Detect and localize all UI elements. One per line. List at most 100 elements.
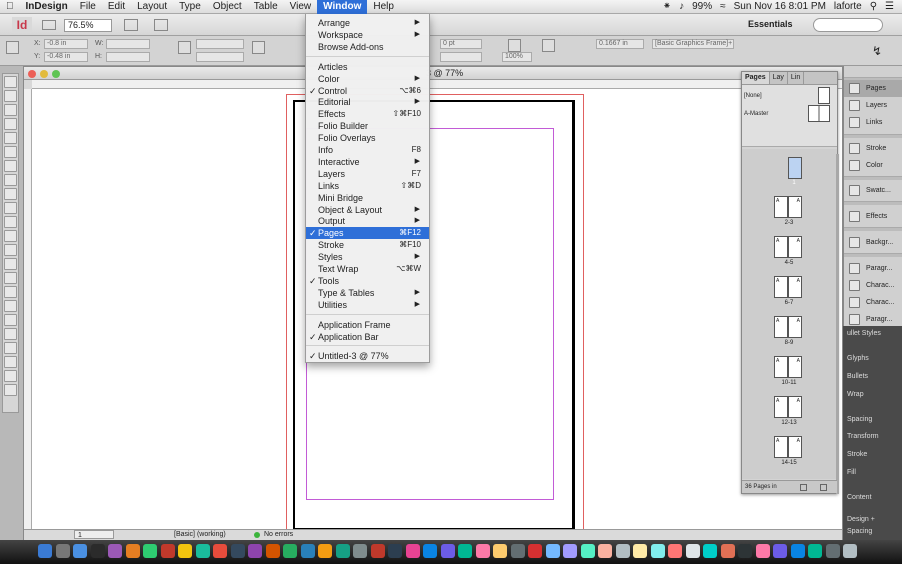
rectangle-frame-tool-icon[interactable] <box>4 202 17 214</box>
dock-app-icon[interactable] <box>55 544 70 558</box>
page-thumb[interactable]: A <box>774 236 788 258</box>
menu-item-links[interactable]: Links ⇧⌘D <box>306 180 429 192</box>
menu-type[interactable]: Type <box>173 0 207 14</box>
dock-item-spacing[interactable]: Spacing <box>843 412 902 428</box>
dock-app-icon[interactable] <box>843 544 857 558</box>
menu-table[interactable]: Table <box>248 0 284 14</box>
menu-item-workspace[interactable]: Workspace ▶ <box>306 29 429 41</box>
menu-item-stroke[interactable]: Stroke ⌘F10 <box>306 239 429 251</box>
zoom-tool-icon[interactable] <box>4 328 17 340</box>
page-thumb[interactable]: A <box>788 436 802 458</box>
fill-stroke-icon[interactable] <box>4 342 17 354</box>
dock-app-icon[interactable] <box>808 544 822 558</box>
dock-item-pages[interactable]: Pages <box>844 80 902 97</box>
menu-item-mini-bridge[interactable]: Mini Bridge <box>306 192 429 204</box>
page-thumb[interactable]: A <box>788 396 802 418</box>
dock-item-paragraph-styles[interactable]: Paragr... <box>844 260 902 277</box>
dock-item-stroke-dark[interactable]: Stroke <box>843 447 902 463</box>
dock-app-icon[interactable] <box>475 544 490 558</box>
reference-point-icon[interactable] <box>6 41 19 54</box>
menu-edit[interactable]: Edit <box>102 0 131 14</box>
pen-tool-icon[interactable] <box>4 174 17 186</box>
master-none-thumb[interactable] <box>818 87 830 104</box>
close-window-icon[interactable] <box>28 70 36 78</box>
dock-app-icon[interactable] <box>615 544 630 558</box>
gradient-swatch-tool-icon[interactable] <box>4 258 17 270</box>
formatting-affects-container-icon[interactable] <box>4 356 17 368</box>
dock-app-icon[interactable] <box>388 544 402 558</box>
zoom-level-field[interactable]: 76.5% <box>64 19 112 32</box>
page-thumb[interactable]: A <box>774 276 788 298</box>
spread-4-5[interactable]: A A <box>774 236 802 258</box>
opacity-field[interactable]: 100% <box>502 52 532 62</box>
apply-none-icon[interactable] <box>4 370 17 382</box>
pages-scrollbar[interactable] <box>836 154 839 494</box>
dock-app-icon[interactable] <box>178 544 192 558</box>
menu-file[interactable]: File <box>74 0 102 14</box>
dock-item-glyphs[interactable]: Glyphs <box>843 351 902 367</box>
spread-12-13[interactable]: A A <box>774 396 802 418</box>
dock-item-wrap[interactable]: Wrap <box>843 387 902 403</box>
dock-item-layers[interactable]: Layers <box>844 97 902 114</box>
dock-item-color[interactable]: Color <box>844 157 902 174</box>
note-tool-icon[interactable] <box>4 286 17 298</box>
menu-item-type-tables[interactable]: Type & Tables ▶ <box>306 287 429 299</box>
dock-app-icon[interactable] <box>143 544 157 558</box>
menu-item-tools[interactable]: ✓ Tools <box>306 275 429 287</box>
menu-help[interactable]: Help <box>367 0 400 14</box>
dock-app-icon[interactable] <box>423 544 437 558</box>
hand-tool-icon[interactable] <box>4 314 17 326</box>
pasteboard[interactable] <box>32 89 842 534</box>
rectangle-tool-icon[interactable] <box>4 216 17 228</box>
menu-item-info[interactable]: Info F8 <box>306 144 429 156</box>
user-name[interactable]: laforte <box>834 1 862 12</box>
clock[interactable]: Sun Nov 16 8:01 PM <box>734 1 826 12</box>
rotate-icon[interactable] <box>178 41 191 54</box>
menu-item-interactive[interactable]: Interactive ▶ <box>306 156 429 168</box>
spotlight-icon[interactable]: ⚲ <box>870 1 877 12</box>
dock-app-icon[interactable] <box>160 544 175 558</box>
menu-item-application-frame[interactable]: Application Frame <box>306 319 429 331</box>
spread-10-11[interactable]: A A <box>774 356 802 378</box>
page-thumb[interactable]: A <box>774 356 788 378</box>
screen-mode-tool-icon[interactable] <box>4 384 17 396</box>
horizontal-ruler[interactable] <box>32 80 842 89</box>
menu-item-browse-add-ons[interactable]: Browse Add-ons <box>306 41 429 53</box>
dock-item-character-styles[interactable]: Charac... <box>844 277 902 294</box>
dock-app-icon[interactable] <box>493 544 507 558</box>
dock-item-bullet-styles[interactable]: ullet Styles <box>843 326 902 342</box>
dock-item-spacing-2[interactable]: Spacing <box>843 524 902 540</box>
page-thumb[interactable]: A <box>788 236 802 258</box>
page-tool-icon[interactable] <box>4 104 17 116</box>
dock-item-fill[interactable]: Fill <box>843 465 902 481</box>
page-thumb[interactable] <box>788 157 802 179</box>
menu-item-editorial[interactable]: Editorial ▶ <box>306 96 429 108</box>
menu-item-articles[interactable]: Articles <box>306 61 429 73</box>
preflight-errors[interactable]: No errors <box>264 530 293 540</box>
gap-tool-icon[interactable] <box>4 118 17 130</box>
fit-frame-icon[interactable] <box>542 39 555 52</box>
direct-selection-tool-icon[interactable] <box>4 90 17 102</box>
zoom-window-icon[interactable] <box>52 70 60 78</box>
spread-1[interactable] <box>788 157 802 179</box>
rotation-field[interactable] <box>196 39 244 49</box>
dock-app-icon[interactable] <box>440 544 455 558</box>
dock-app-icon[interactable] <box>545 544 560 558</box>
menu-item-output[interactable]: Output ▶ <box>306 215 429 227</box>
dock-app-icon[interactable] <box>335 544 350 558</box>
dock-app-icon[interactable] <box>703 544 717 558</box>
dock-item-links[interactable]: Links <box>844 114 902 131</box>
dock-app-icon[interactable] <box>790 544 805 558</box>
view-options-icon[interactable] <box>42 20 56 30</box>
dock-app-icon[interactable] <box>300 544 315 558</box>
x-position-field[interactable]: -0.8 in <box>44 39 88 49</box>
dock-item-effects[interactable]: Effects <box>844 208 902 225</box>
vertical-ruler[interactable] <box>24 89 32 529</box>
dock-app-icon[interactable] <box>825 544 840 558</box>
dock-item-stroke[interactable]: Stroke <box>844 140 902 157</box>
dock-app-icon[interactable] <box>283 544 297 558</box>
menu-item-layers[interactable]: Layers F7 <box>306 168 429 180</box>
dock-item-background[interactable]: Backgr... <box>844 234 902 251</box>
dock-app-icon[interactable] <box>370 544 385 558</box>
master-none-label[interactable]: [None] <box>744 93 762 99</box>
